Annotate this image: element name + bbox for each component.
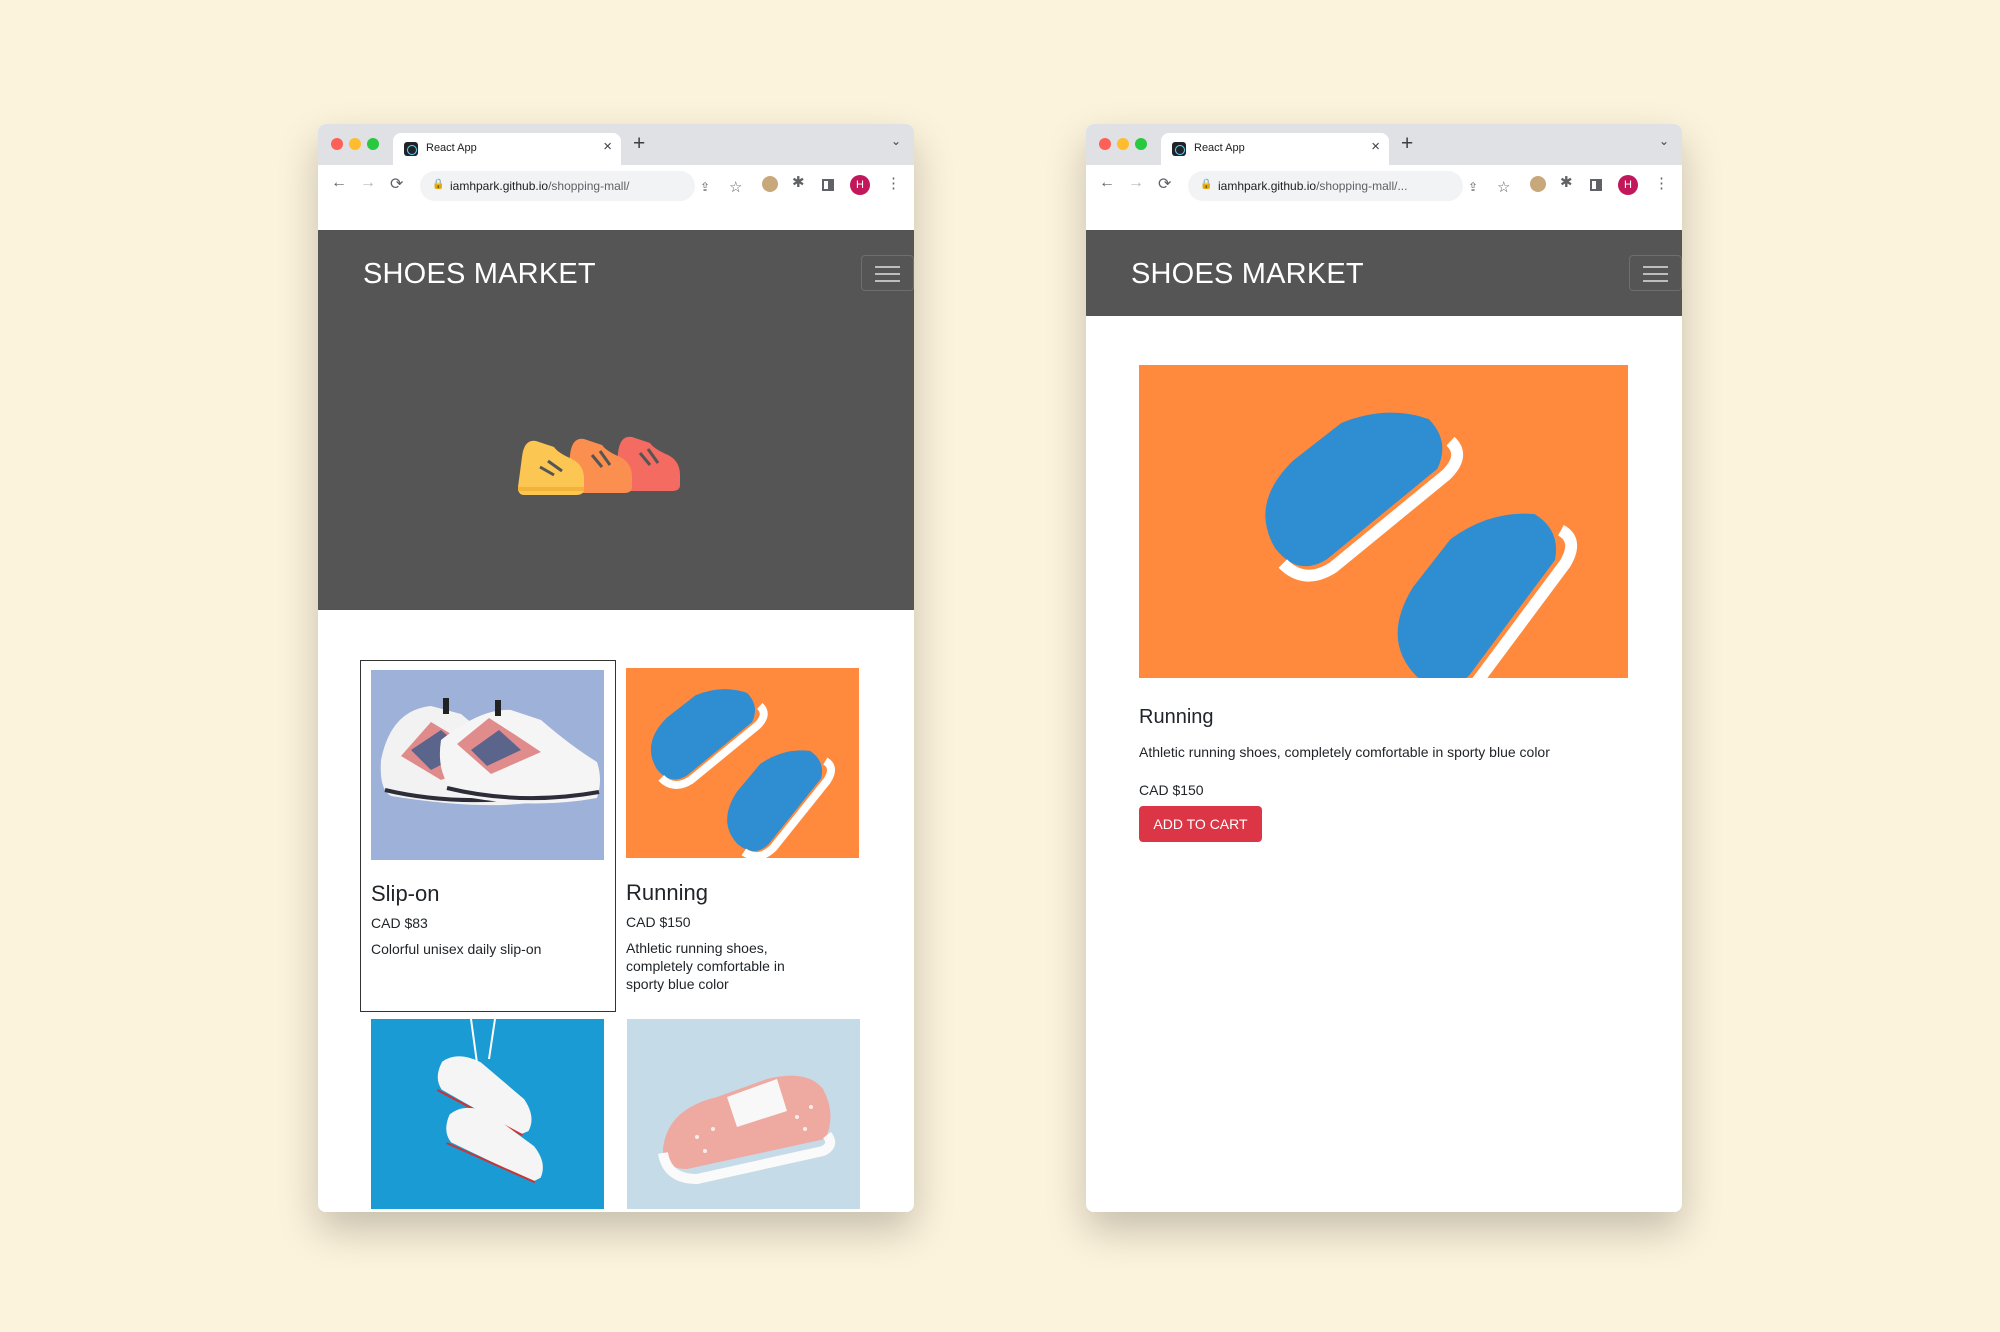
address-url: iamhpark.github.io/shopping-mall/... bbox=[1218, 179, 1408, 193]
browser-window-home: React App × + ⌄ ← → ⟳ 🔒 iamhpark.github.… bbox=[318, 124, 914, 1212]
tab-close-icon[interactable]: × bbox=[1371, 138, 1380, 155]
extensions-icon[interactable]: ✱ bbox=[792, 173, 805, 191]
sidepanel-icon[interactable] bbox=[822, 179, 834, 191]
star-icon[interactable]: ☆ bbox=[1497, 178, 1510, 196]
tab-strip: React App × + ⌄ bbox=[318, 124, 914, 165]
new-tab-icon[interactable]: + bbox=[633, 132, 645, 156]
navbar: SHOES MARKET bbox=[318, 230, 914, 316]
product-title[interactable]: Running bbox=[626, 880, 708, 906]
cookie-extension-icon[interactable] bbox=[1530, 176, 1546, 192]
hamburger-icon[interactable] bbox=[861, 255, 914, 291]
sidepanel-icon[interactable] bbox=[1590, 179, 1602, 191]
close-window-button[interactable] bbox=[331, 138, 343, 150]
back-arrow-icon[interactable]: ← bbox=[1099, 174, 1115, 192]
page-content: SHOES MARKET Running Athletic running sh… bbox=[1086, 230, 1682, 1212]
reload-icon[interactable]: ⟳ bbox=[390, 174, 403, 194]
brand-title[interactable]: SHOES MARKET bbox=[363, 258, 596, 291]
reload-icon[interactable]: ⟳ bbox=[1158, 174, 1171, 194]
react-favicon-icon bbox=[1172, 142, 1186, 156]
product-price: CAD $150 bbox=[626, 914, 691, 930]
brand-title[interactable]: SHOES MARKET bbox=[1131, 258, 1364, 291]
product-description: Colorful unisex daily slip-on bbox=[371, 941, 542, 957]
product-image-pink[interactable] bbox=[627, 1019, 860, 1209]
tab-search-icon[interactable]: ⌄ bbox=[1659, 134, 1669, 148]
browser-toolbar: ← → ⟳ 🔒 iamhpark.github.io/shopping-mall… bbox=[1086, 165, 1682, 206]
address-url: iamhpark.github.io/shopping-mall/ bbox=[450, 179, 630, 193]
share-icon[interactable]: ⇪ bbox=[1468, 180, 1478, 194]
forward-arrow-icon[interactable]: → bbox=[1128, 174, 1144, 192]
navbar: SHOES MARKET bbox=[1086, 230, 1682, 316]
product-image-running[interactable] bbox=[626, 668, 859, 858]
tab-title: React App bbox=[1194, 142, 1245, 154]
browser-toolbar: ← → ⟳ 🔒 iamhpark.github.io/shopping-mall… bbox=[318, 165, 914, 206]
product-image-canvas[interactable] bbox=[371, 1019, 604, 1209]
menu-icon[interactable]: ⋮ bbox=[886, 174, 901, 192]
share-icon[interactable]: ⇪ bbox=[700, 180, 710, 194]
address-bar[interactable]: 🔒 iamhpark.github.io/shopping-mall/ ⇪ ☆ bbox=[420, 171, 742, 201]
address-bar[interactable]: 🔒 iamhpark.github.io/shopping-mall/... ⇪… bbox=[1188, 171, 1510, 201]
tab-close-icon[interactable]: × bbox=[603, 138, 612, 155]
maximize-window-button[interactable] bbox=[1135, 138, 1147, 150]
forward-arrow-icon[interactable]: → bbox=[360, 174, 376, 192]
hamburger-icon[interactable] bbox=[1629, 255, 1682, 291]
product-description: Athletic running shoes, completely comfo… bbox=[626, 940, 785, 992]
browser-chrome: React App × + ⌄ ← → ⟳ 🔒 iamhpark.github.… bbox=[318, 124, 914, 230]
page-content: SHOES MARKET Slip-on CAD $83 Colorful un… bbox=[318, 230, 914, 1212]
cookie-extension-icon[interactable] bbox=[762, 176, 778, 192]
menu-icon[interactable]: ⋮ bbox=[1654, 174, 1669, 192]
product-detail-description: Athletic running shoes, completely comfo… bbox=[1139, 744, 1550, 760]
close-window-button[interactable] bbox=[1099, 138, 1111, 150]
product-image-slip-on[interactable] bbox=[371, 670, 604, 860]
browser-window-detail: React App × + ⌄ ← → ⟳ 🔒 iamhpark.github.… bbox=[1086, 124, 1682, 1212]
back-arrow-icon[interactable]: ← bbox=[331, 174, 347, 192]
minimize-window-button[interactable] bbox=[1117, 138, 1129, 150]
shoes-logo-icon bbox=[518, 436, 680, 495]
minimize-window-button[interactable] bbox=[349, 138, 361, 150]
product-card[interactable]: Slip-on CAD $83 Colorful unisex daily sl… bbox=[360, 660, 616, 1012]
tab-search-icon[interactable]: ⌄ bbox=[891, 134, 901, 148]
new-tab-icon[interactable]: + bbox=[1401, 132, 1413, 156]
tab-strip: React App × + ⌄ bbox=[1086, 124, 1682, 165]
product-price: CAD $83 bbox=[371, 915, 428, 931]
product-detail-image bbox=[1139, 365, 1628, 678]
browser-chrome: React App × + ⌄ ← → ⟳ 🔒 iamhpark.github.… bbox=[1086, 124, 1682, 230]
avatar[interactable]: H bbox=[1618, 175, 1638, 195]
product-detail-title: Running bbox=[1139, 706, 1214, 728]
avatar[interactable]: H bbox=[850, 175, 870, 195]
maximize-window-button[interactable] bbox=[367, 138, 379, 150]
tab-react-app[interactable]: React App × bbox=[393, 133, 621, 165]
lock-icon[interactable]: 🔒 bbox=[1200, 179, 1212, 190]
tab-title: React App bbox=[426, 142, 477, 154]
react-favicon-icon bbox=[404, 142, 418, 156]
star-icon[interactable]: ☆ bbox=[729, 178, 742, 196]
extensions-icon[interactable]: ✱ bbox=[1560, 173, 1573, 191]
product-title[interactable]: Slip-on bbox=[371, 881, 439, 907]
product-detail-price: CAD $150 bbox=[1139, 782, 1204, 798]
product-card[interactable]: Running CAD $150 Athletic running shoes,… bbox=[616, 660, 872, 1012]
add-to-cart-button[interactable]: ADD TO CART bbox=[1139, 806, 1262, 842]
tab-react-app[interactable]: React App × bbox=[1161, 133, 1389, 165]
lock-icon[interactable]: 🔒 bbox=[432, 179, 444, 190]
hero-banner bbox=[318, 316, 914, 610]
